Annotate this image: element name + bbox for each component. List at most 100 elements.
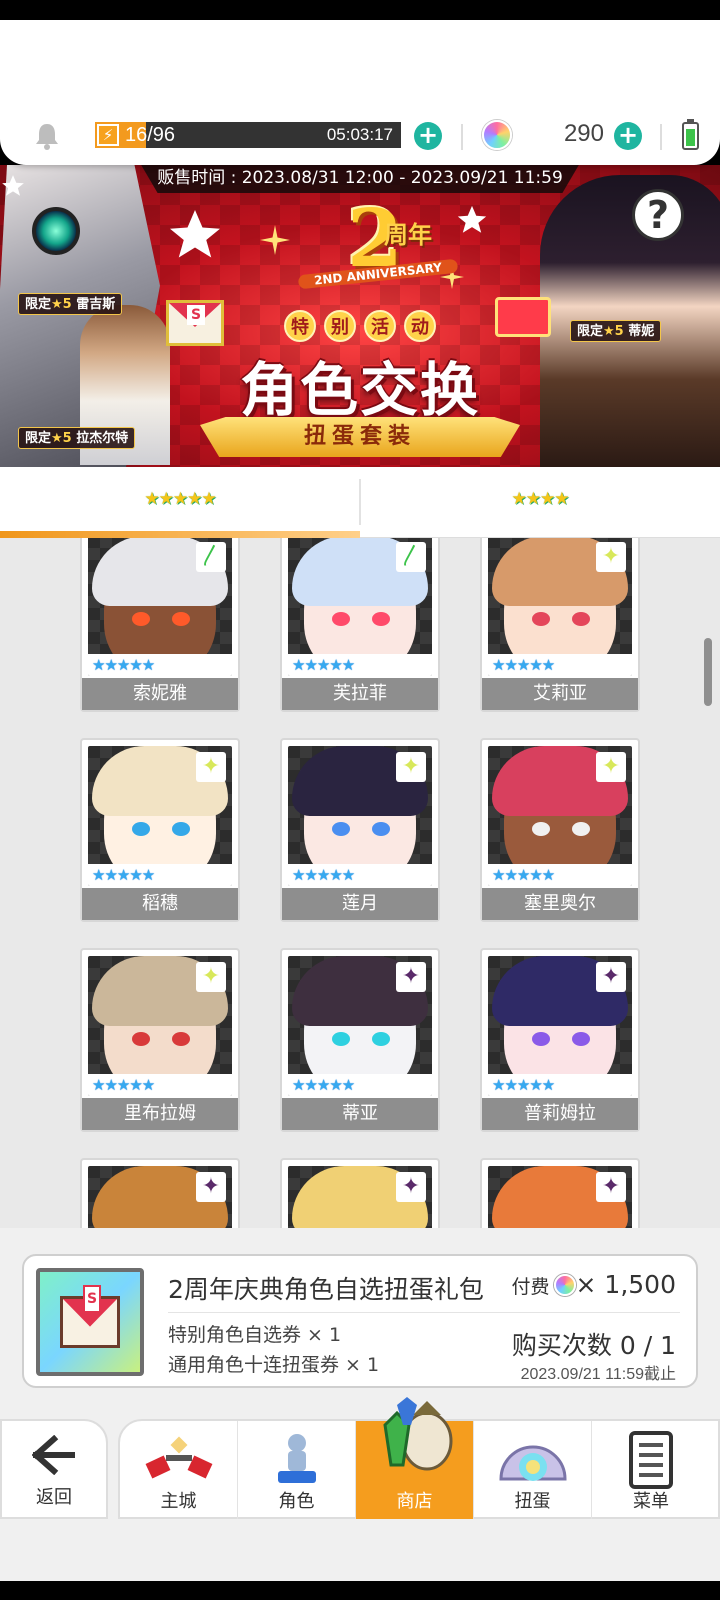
stamina-value: 16/96 <box>125 124 176 146</box>
portrait-eye <box>372 612 390 626</box>
tab-five-star[interactable]: ★★★★★ <box>0 467 360 538</box>
system-nav-bar <box>0 1581 720 1600</box>
portrait-eye <box>372 1032 390 1046</box>
nav-item-characters[interactable]: 角色 <box>238 1421 356 1521</box>
gacha-machine-icon <box>498 1445 567 1481</box>
portrait-eye <box>532 612 550 626</box>
character-name: 索妮雅 <box>82 678 238 710</box>
portrait-eye <box>372 822 390 836</box>
castle-icon <box>145 1436 212 1479</box>
character-portrait: ✦ <box>488 1166 632 1228</box>
nav-label: 角色 <box>278 1491 315 1512</box>
gacha-pack-card[interactable]: S 2周年庆典角色自选扭蛋礼包 付费 × 1,500 特别角色自选券 × 1 通用… <box>22 1254 698 1388</box>
portrait-eye <box>332 822 350 836</box>
shop-bag-icon <box>382 1397 452 1471</box>
character-card[interactable]: ★★★★★ ✦ 里布拉姆 <box>80 948 240 1132</box>
rarity-stars: ★★★★★ <box>488 1074 632 1096</box>
envelope-icon: S <box>60 1285 120 1348</box>
rarity-stars: ★★★★★ <box>288 654 432 676</box>
tab-four-star[interactable]: ★★★★ <box>360 467 720 538</box>
nav-item-menu[interactable]: 菜单 <box>592 1421 710 1521</box>
character-card[interactable]: ★★★★★ ✦ 莲月 <box>280 738 440 922</box>
scrollbar[interactable] <box>704 638 712 706</box>
sparkle-decoration-icon <box>260 225 290 255</box>
character-card[interactable]: ★★★★★ 〳索妮雅 <box>80 538 240 712</box>
portrait-eye <box>172 822 190 836</box>
star4-icon: ✦ <box>396 962 426 992</box>
portrait-eye <box>332 612 350 626</box>
character-name: 蒂亚 <box>282 1098 438 1130</box>
character-name: 塞里奥尔 <box>482 888 638 920</box>
character-tag-rajert: 限定★5 拉杰尔特 <box>18 427 136 449</box>
item-panel: S 2周年庆典角色自选扭蛋礼包 付费 × 1,500 特别角色自选券 × 1 通用… <box>0 1228 720 1413</box>
portrait-eye <box>572 612 590 626</box>
event-char: 动 <box>404 310 436 342</box>
ticket-icon <box>495 297 551 337</box>
rarity-stars: ★★★★★ <box>288 864 432 886</box>
portrait-eye <box>572 1032 590 1046</box>
event-char: 特 <box>284 310 316 342</box>
character-card[interactable]: ★★★★★ ✦ 塞里奥尔 <box>480 738 640 922</box>
character-card[interactable]: ✦ <box>80 1158 240 1228</box>
character-portrait: ★★★★★ ✦ <box>288 956 432 1096</box>
gem-count: 290 <box>563 120 604 147</box>
nav-label: 扭蛋 <box>514 1491 551 1512</box>
character-card[interactable]: ✦ <box>480 1158 640 1228</box>
nav-item-shop[interactable]: 商店 <box>356 1397 474 1521</box>
character-card[interactable]: ★★★★★ 〳芙拉菲 <box>280 538 440 712</box>
character-grid[interactable]: ★★★★★ 〳索妮雅 ★★★★★ 〳芙拉菲 ★★★★★ ✦ 艾莉亚 ★★★★★ ✦ 稻穗 ★★★★★… <box>0 538 720 1228</box>
sale-period: 贩售时间 : 2023.08/31 12:00 - 2023.09/21 11:… <box>140 165 580 193</box>
add-stamina-button[interactable]: + <box>414 122 442 150</box>
portrait-eye <box>132 612 150 626</box>
nav-item-gacha[interactable]: 扭蛋 <box>474 1421 592 1521</box>
gem-icon <box>482 120 512 150</box>
price-value: × 1,500 <box>575 1270 676 1299</box>
pack-icon: S <box>36 1268 144 1376</box>
add-gems-button[interactable]: + <box>614 122 642 150</box>
divider <box>660 124 662 150</box>
rarity-stars: ★★★★★ <box>88 864 232 886</box>
resource-header: ⚡ 16/96 05:03:17 + 290 + <box>0 20 720 165</box>
character-card[interactable]: ★★★★★ ✦ 普莉姆拉 <box>480 948 640 1132</box>
sparkle-icon: ✦ <box>596 752 626 782</box>
banner-subtitle: 扭蛋套装 <box>200 417 520 457</box>
character-card[interactable]: ★★★★★ ✦ 蒂亚 <box>280 948 440 1132</box>
sparkle-icon: ✦ <box>196 752 226 782</box>
character-card[interactable]: ✦ <box>280 1158 440 1228</box>
special-event-label: 特 别 活 动 <box>260 310 460 344</box>
character-portrait: ★★★★★ ✦ <box>488 538 632 676</box>
rarity-stars: ★★★★★ <box>88 654 232 676</box>
rarity-stars: ★★★★★ <box>488 654 632 676</box>
character-card[interactable]: ★★★★★ ✦ 艾莉亚 <box>480 538 640 712</box>
banner-title: 角色交换 <box>239 356 480 424</box>
nav-label: 菜单 <box>633 1491 669 1512</box>
character-portrait: ✦ <box>88 1166 232 1228</box>
character-card[interactable]: ★★★★★ ✦ 稻穗 <box>80 738 240 922</box>
anniversary-label: 周年 <box>384 221 432 249</box>
character-tag-tini: 限定★5 蒂妮 <box>570 320 662 342</box>
envelope-icon: S <box>166 300 224 346</box>
stamina-timer: 05:03:17 <box>326 125 393 144</box>
arrow-left-icon <box>32 1435 75 1475</box>
character-name: 普莉姆拉 <box>482 1098 638 1130</box>
lightning-icon: ⚡ <box>97 124 119 146</box>
nav-item-main-city[interactable]: 主城 <box>120 1421 238 1521</box>
nav-label: 商店 <box>396 1491 433 1512</box>
star-decoration-icon <box>2 175 24 196</box>
tag-star: ★5 <box>51 297 72 312</box>
event-char: 别 <box>324 310 356 342</box>
back-button[interactable]: 返回 <box>0 1419 108 1519</box>
star4-icon: ✦ <box>596 962 626 992</box>
gem-icon <box>553 1274 576 1296</box>
portrait-eye <box>172 1032 190 1046</box>
resource-row: ⚡ 16/96 05:03:17 + 290 + <box>0 116 720 156</box>
character-portrait: ★★★★★ ✦ <box>88 746 232 886</box>
star4-icon: ✦ <box>596 1172 626 1202</box>
bell-icon[interactable] <box>34 122 60 150</box>
bottom-spacer <box>0 1519 720 1581</box>
pay-label: 付费 <box>511 1276 550 1298</box>
nav-label: 主城 <box>160 1491 197 1512</box>
character-name: 里布拉姆 <box>82 1098 238 1130</box>
menu-list-icon <box>629 1431 673 1489</box>
help-button[interactable]: ? <box>632 189 684 241</box>
